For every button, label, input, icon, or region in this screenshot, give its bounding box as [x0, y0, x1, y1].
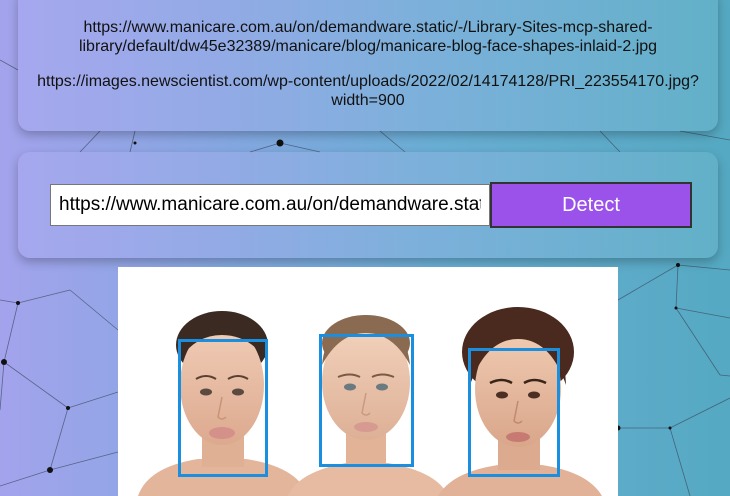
url-item-line: https://images.newscientist.com/wp-conte… — [37, 73, 699, 90]
url-item-line: width=900 — [331, 92, 405, 109]
detect-button[interactable]: Detect — [490, 182, 692, 228]
url-list-card: https://www.manicare.com.au/on/demandwar… — [18, 0, 718, 131]
image-url-input[interactable] — [50, 184, 490, 226]
face-detection-box — [178, 339, 268, 477]
detection-image — [118, 267, 618, 496]
face-detection-box — [319, 334, 414, 467]
url-item[interactable]: https://images.newscientist.com/wp-conte… — [18, 72, 718, 110]
url-item-line: library/default/dw45e32389/manicare/blog… — [78, 38, 658, 55]
detect-form-card: Detect — [18, 152, 718, 258]
url-item-line: https://www.manicare.com.au/on/demandwar… — [83, 19, 653, 36]
face-detection-box — [468, 348, 560, 477]
url-item[interactable]: https://www.manicare.com.au/on/demandwar… — [18, 18, 718, 56]
